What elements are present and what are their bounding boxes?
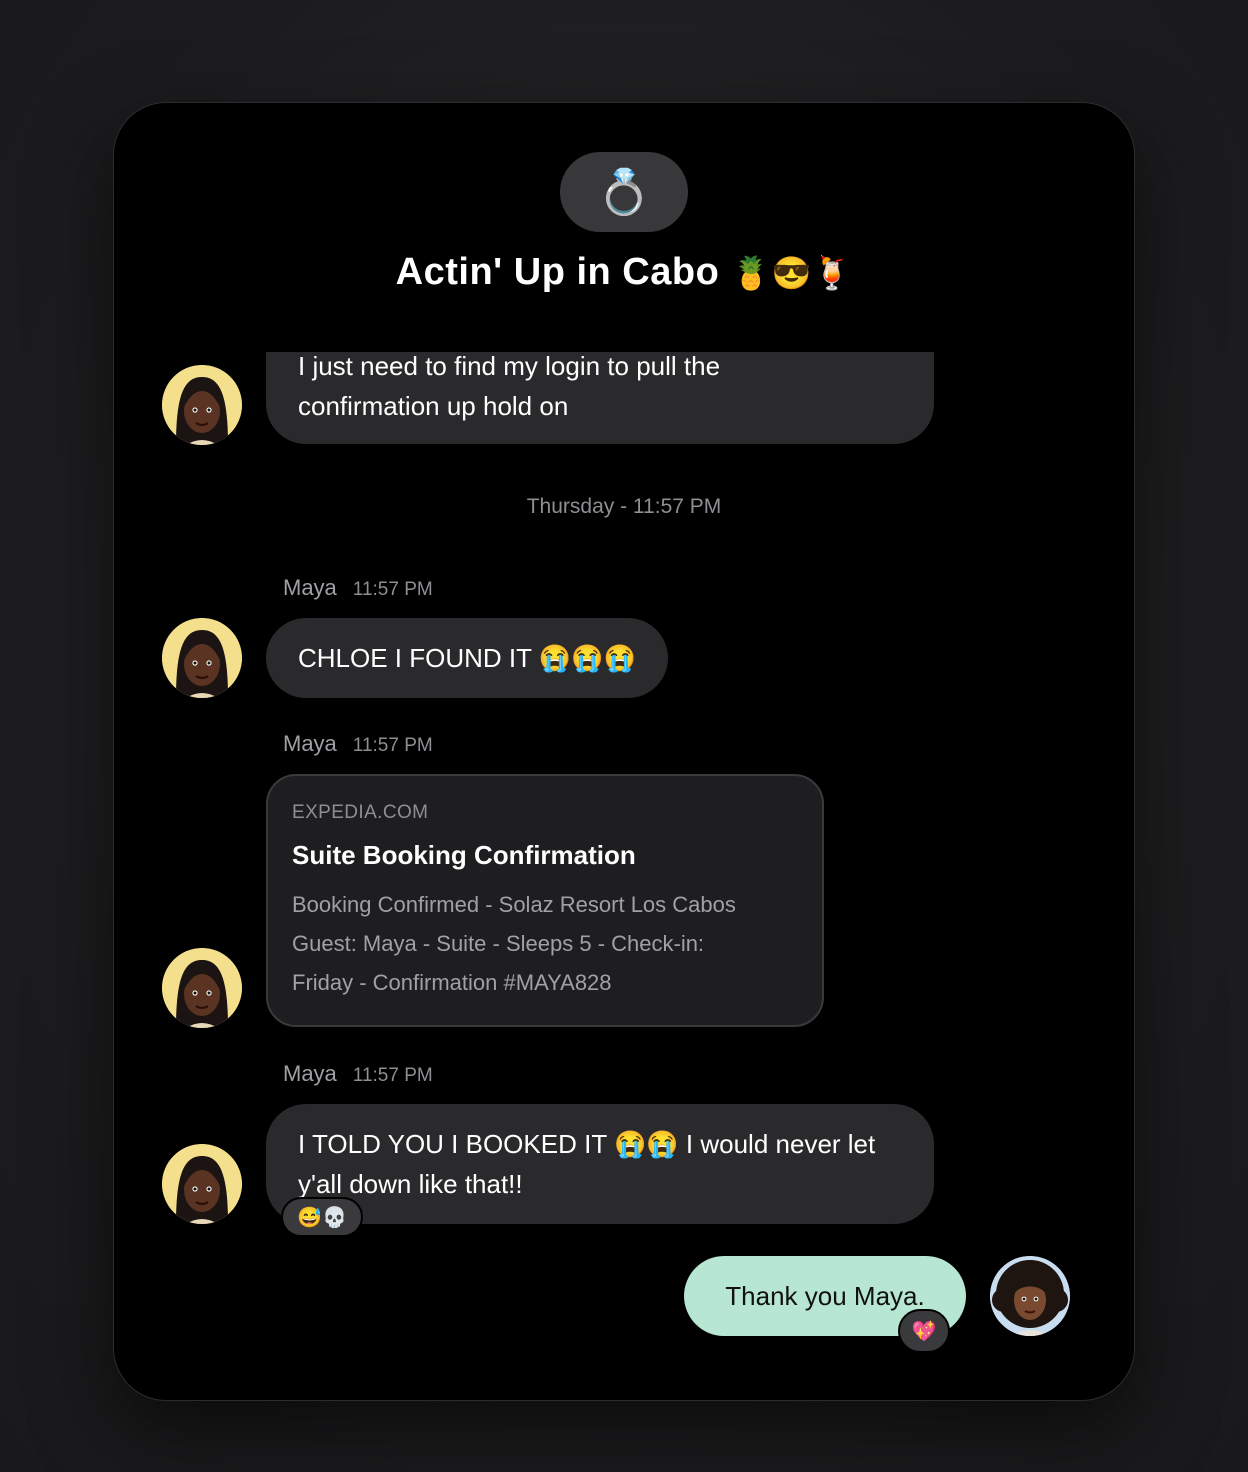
link-description-line: Booking Confirmed - Solaz Resort Los Cab… <box>292 892 736 917</box>
message-text: I just need to find my login to pull the <box>298 351 721 381</box>
message-text: y'all down like that!! <box>298 1169 523 1199</box>
message-bubble[interactable]: CHLOE I FOUND IT 😭😭😭 <box>266 618 668 698</box>
date-divider: Thursday - 11:57 PM <box>526 495 722 518</box>
message-text: CHLOE I FOUND IT 😭😭😭 <box>298 643 636 673</box>
message-meta: Maya 11:57 PM <box>283 575 433 601</box>
message-time: 11:57 PM <box>352 1065 433 1086</box>
group-avatar-button[interactable]: 💍 <box>560 152 688 232</box>
group-title-emojis: 🍍😎🍹 <box>731 254 853 291</box>
link-description-line: Friday - Confirmation #MAYA828 <box>292 970 612 995</box>
memoji-avatar-icon <box>162 1144 242 1224</box>
link-preview-card[interactable]: EXPEDIA.COM Suite Booking Confirmation B… <box>266 774 824 1027</box>
memoji-avatar-icon <box>162 618 242 698</box>
message-bubble[interactable]: I TOLD YOU I BOOKED IT 😭😭 I would never … <box>266 1104 934 1224</box>
reaction-badge[interactable]: 😅💀 <box>281 1197 363 1237</box>
memoji-avatar-icon <box>990 1256 1070 1336</box>
maya-avatar[interactable] <box>162 1144 242 1224</box>
link-description-line: Guest: Maya - Suite - Sleeps 5 - Check-i… <box>292 931 705 956</box>
link-title: Suite Booking Confirmation <box>292 840 636 870</box>
memoji-avatar-icon <box>162 948 242 1028</box>
message-text: confirmation up hold on <box>298 391 569 421</box>
sender-name: Maya <box>283 575 337 600</box>
reaction-badge[interactable]: 💖 <box>898 1309 950 1353</box>
maya-avatar[interactable] <box>162 618 242 698</box>
message-text: I TOLD YOU I BOOKED IT 😭😭 I would never … <box>298 1129 876 1159</box>
memoji-avatar-icon <box>162 365 242 445</box>
message-meta: Maya 11:57 PM <box>283 731 433 757</box>
message-time: 11:57 PM <box>352 579 433 600</box>
link-domain: EXPEDIA.COM <box>292 802 429 823</box>
maya-avatar[interactable] <box>162 365 242 445</box>
maya-avatar[interactable] <box>162 948 242 1028</box>
group-title[interactable]: Actin' Up in Cabo 🍍😎🍹 <box>114 251 1134 294</box>
message-bubble[interactable]: I just need to find my login to pull the… <box>266 351 934 444</box>
message-text: Thank you Maya. <box>725 1280 925 1311</box>
link-description: Booking Confirmed - Solaz Resort Los Cab… <box>292 885 798 1002</box>
sender-name: Maya <box>283 731 337 756</box>
user-avatar[interactable] <box>990 1256 1070 1336</box>
chat-window: 💍 Actin' Up in Cabo 🍍😎🍹 I just need to f… <box>114 103 1134 1400</box>
group-title-text: Actin' Up in Cabo <box>395 251 720 293</box>
sender-name: Maya <box>283 1061 337 1086</box>
message-meta: Maya 11:57 PM <box>283 1061 433 1087</box>
ring-icon: 💍 <box>596 168 652 217</box>
message-time: 11:57 PM <box>352 735 433 756</box>
